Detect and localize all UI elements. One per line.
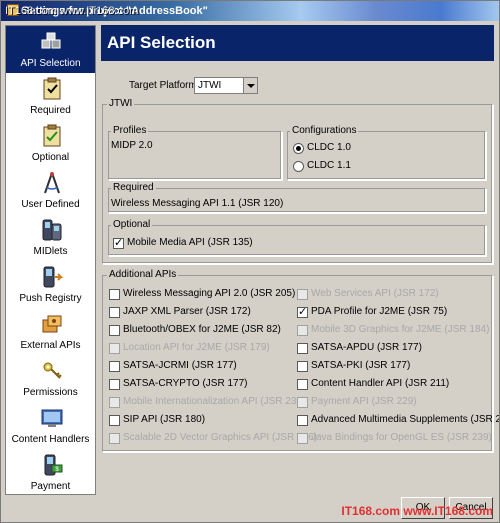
keys-icon: [43, 362, 62, 379]
sidebar-item-payment[interactable]: $ Payment: [6, 449, 95, 496]
mobile-3d-checkbox: [297, 325, 308, 336]
opengl-es-checkbox: [297, 433, 308, 444]
cldc-11-label: CLDC 1.1: [307, 160, 351, 171]
opengl-es-label: Java Bindings for OpenGL ES (JSR 239): [311, 432, 492, 443]
svg-api-label: Scalable 2D Vector Graphics API (JSR 226…: [123, 432, 317, 443]
satsa-jcrmi-checkbox[interactable]: [109, 361, 120, 372]
page-title: API Selection: [101, 25, 494, 61]
sidebar-item-label: Required: [30, 105, 71, 116]
sidebar-item-api-selection[interactable]: API Selection: [6, 26, 95, 73]
profiles-value: MIDP 2.0: [111, 140, 153, 151]
content-handler-checkbox[interactable]: [297, 379, 308, 390]
compass-icon: [44, 172, 60, 194]
pda-profile-checkbox[interactable]: [297, 305, 308, 318]
sidebar-item-midlets[interactable]: MIDlets: [6, 214, 95, 261]
ams-label: Advanced Multimedia Supplements (JSR 234…: [311, 414, 500, 425]
jtwi-group-title: JTWI: [107, 98, 135, 109]
sidebar-item-permissions[interactable]: Permissions: [6, 355, 95, 402]
jaxp-label: JAXP XML Parser (JSR 172): [123, 306, 251, 317]
satsa-crypto-label: SATSA-CRYPTO (JSR 177): [123, 378, 248, 389]
sidebar-item-user-defined[interactable]: User Defined: [6, 167, 95, 214]
satsa-jcrmi-label: SATSA-JCRMI (JSR 177): [123, 360, 237, 371]
handlers-icon: [41, 409, 63, 427]
content-handler-label: Content Handler API (JSR 211): [311, 378, 450, 389]
category-sidebar: API Selection Required Optional User Def…: [5, 25, 96, 495]
target-platform-select[interactable]: JTWI: [194, 77, 258, 94]
blocks-icon: [41, 32, 61, 49]
watermark-top: IT168.com www.IT168.com: [5, 5, 139, 17]
sidebar-item-label: MIDlets: [33, 246, 68, 257]
satsa-apdu-label: SATSA-APDU (JSR 177): [311, 342, 422, 353]
sidebar-item-label: Payment: [30, 481, 71, 492]
clipboard-check-icon: [43, 124, 61, 147]
mobile-media-api-checkbox[interactable]: [113, 236, 124, 249]
bluetooth-checkbox[interactable]: [109, 325, 120, 336]
jaxp-checkbox[interactable]: [109, 307, 120, 318]
sidebar-item-label: API Selection: [20, 58, 81, 69]
phone-push-icon: [43, 266, 64, 288]
sip-api-checkbox[interactable]: [109, 415, 120, 426]
watermark-prefix: IT168.com: [341, 504, 401, 518]
bluetooth-label: Bluetooth/OBEX for J2ME (JSR 82): [123, 324, 281, 335]
configurations-title: Configurations: [290, 125, 359, 136]
satsa-pki-checkbox[interactable]: [297, 361, 308, 372]
sidebar-item-label: User Defined: [21, 199, 80, 210]
profiles-title: Profiles: [111, 125, 149, 136]
settings-window: Settings for project "AddressBook" IT168…: [0, 0, 500, 523]
payment-icon: $: [44, 454, 63, 476]
required-value: Wireless Messaging API 1.1 (JSR 120): [111, 198, 284, 209]
sidebar-item-label: Push Registry: [19, 293, 82, 304]
wma-20-label: Wireless Messaging API 2.0 (JSR 205): [123, 288, 296, 299]
mobile-3d-label: Mobile 3D Graphics for J2ME (JSR 184): [311, 324, 490, 335]
mobile-i18n-label: Mobile Internationalization API (JSR 238…: [123, 396, 306, 407]
jar-icon: [42, 315, 62, 333]
pda-profile-label: PDA Profile for J2ME (JSR 75): [311, 306, 448, 317]
web-services-label: Web Services API (JSR 172): [311, 288, 439, 299]
satsa-apdu-checkbox[interactable]: [297, 343, 308, 354]
sidebar-item-label: Permissions: [23, 387, 78, 398]
additional-apis-title: Additional APIs: [107, 269, 179, 280]
cldc-10-radio[interactable]: [293, 143, 304, 154]
sidebar-item-content-handlers[interactable]: Content Handlers: [6, 402, 95, 449]
configurations-group: [287, 131, 486, 180]
watermark-bottom: IT168.com www.IT168.com: [341, 504, 493, 518]
profiles-group: [108, 131, 282, 180]
sidebar-item-label: Content Handlers: [11, 434, 90, 445]
target-platform-value: JTWI: [198, 80, 222, 91]
payment-api-label: Payment API (JSR 229): [311, 396, 417, 407]
watermark-url: www.IT168.com: [403, 504, 493, 518]
cldc-11-radio[interactable]: [293, 161, 304, 172]
sip-api-label: SIP API (JSR 180): [123, 414, 206, 425]
svg-api-checkbox: [109, 433, 120, 444]
mobile-i18n-checkbox: [109, 397, 120, 408]
sidebar-item-external-apis[interactable]: External APIs: [6, 308, 95, 355]
cldc-10-label: CLDC 1.0: [307, 142, 351, 153]
satsa-crypto-checkbox[interactable]: [109, 379, 120, 390]
sidebar-item-optional[interactable]: Optional: [6, 120, 95, 167]
sidebar-item-push-registry[interactable]: Push Registry: [6, 261, 95, 308]
ams-checkbox[interactable]: [297, 415, 308, 426]
clipboard-icon: [43, 77, 61, 100]
location-api-label: Location API for J2ME (JSR 179): [123, 342, 270, 353]
satsa-pki-label: SATSA-PKI (JSR 177): [311, 360, 411, 371]
mobile-media-api-label: Mobile Media API (JSR 135): [127, 237, 253, 248]
required-title: Required: [111, 182, 156, 193]
sidebar-item-label: Optional: [31, 152, 70, 163]
location-api-checkbox: [109, 343, 120, 354]
wma-20-checkbox[interactable]: [109, 289, 120, 300]
sidebar-item-label: External APIs: [20, 340, 81, 351]
payment-api-checkbox: [297, 397, 308, 408]
chevron-down-icon[interactable]: [243, 78, 257, 93]
web-services-checkbox: [297, 289, 308, 300]
target-platform-label: Target Platform: [129, 80, 197, 91]
optional-title: Optional: [111, 219, 153, 230]
phone-icon: [42, 219, 62, 241]
sidebar-item-required[interactable]: Required: [6, 73, 95, 120]
